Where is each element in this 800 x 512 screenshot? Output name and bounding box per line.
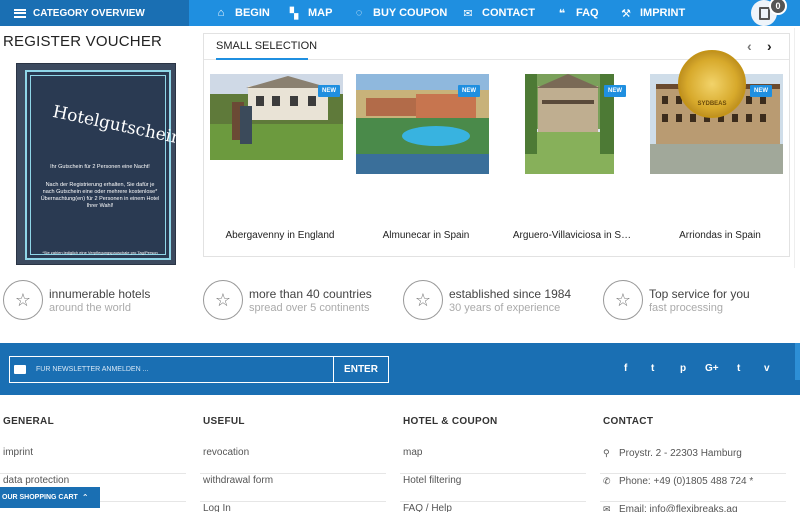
footer-heading: CONTACT	[603, 416, 654, 427]
menu-icon	[14, 8, 26, 18]
feature-subtitle: around the world	[49, 302, 131, 314]
feature-subtitle: 30 years of experience	[449, 302, 561, 314]
nav-begin-label: BEGIN	[235, 7, 270, 19]
title-underline	[216, 58, 308, 60]
contact-address-text: Proystr. 2 - 22303 Hamburg	[619, 448, 742, 459]
chat-icon: ❝	[558, 7, 566, 20]
feature-item: ☆ established since 1984 30 years of exp…	[403, 280, 593, 320]
feature-item: ☆ more than 40 countries spread over 5 c…	[203, 280, 393, 320]
footer-column-contact: CONTACT	[600, 416, 786, 427]
shopping-cart-tab[interactable]: OUR SHOPPING CART ⌃	[0, 487, 100, 508]
star-icon: ☆	[203, 280, 243, 320]
feature-subtitle: fast processing	[649, 302, 723, 314]
contact-email-text: Email: info@flexibreaks.ag	[619, 504, 738, 512]
voucher-footnote: *Sie zahlen lediglich eine Verpflegungsp…	[42, 250, 158, 255]
footer-link-login[interactable]: Log In	[200, 502, 386, 512]
envelope-icon: ✉	[603, 504, 611, 512]
footer-column-general: GENERAL	[0, 416, 186, 427]
voucher-line-1: Ihr Gutschein für 2 Personen eine Nacht!	[50, 164, 150, 170]
category-overview-button[interactable]: CATEGORY OVERVIEW	[0, 0, 189, 26]
footer-link-withdrawal-form[interactable]: withdrawal form	[200, 474, 386, 502]
coupon-icon: ◌	[355, 7, 363, 19]
feature-title: more than 40 countries	[249, 287, 372, 301]
contact-phone: ✆ Phone: +49 (0)1805 488 724 *	[600, 474, 786, 502]
shopping-cart-label: OUR SHOPPING CART	[2, 494, 78, 501]
feature-title: Top service for you	[649, 287, 750, 301]
envelope-icon	[14, 365, 26, 374]
register-voucher-heading: REGISTER VOUCHER	[3, 33, 163, 50]
nav-buy-coupon-label: BUY COUPON	[373, 7, 448, 19]
nav-faq-label: FAQ	[576, 7, 599, 19]
contact-email[interactable]: ✉ Email: info@flexibreaks.ag	[600, 502, 786, 512]
footer-link-revocation[interactable]: revocation	[200, 446, 386, 474]
facebook-icon[interactable]: f	[624, 363, 627, 374]
hotel-name: Arguero-Villaviciosa in S…	[512, 230, 632, 241]
footer-link-map[interactable]: map	[400, 446, 586, 474]
phone-icon: ✆	[603, 476, 611, 486]
hotel-name: Arriondas in Spain	[679, 230, 761, 241]
feature-subtitle: spread over 5 continents	[249, 302, 370, 314]
nav-imprint[interactable]: ⚒ IMPRINT	[620, 0, 685, 26]
nav-buy-coupon[interactable]: ◌ BUY COUPON	[353, 0, 448, 26]
new-badge: NEW	[750, 85, 772, 97]
twitter-icon[interactable]: t	[651, 363, 654, 374]
star-icon: ☆	[3, 280, 43, 320]
home-icon: ⌂	[217, 7, 225, 19]
nav-contact[interactable]: ✉ CONTACT	[462, 0, 535, 26]
vimeo-icon[interactable]: v	[764, 363, 770, 374]
footer-link-imprint[interactable]: imprint	[0, 446, 186, 474]
feature-item: ☆ Top service for you fast processing	[603, 280, 793, 320]
seal-logo: SYDBEAS	[678, 50, 746, 118]
chevron-up-icon: ⌃	[81, 493, 89, 502]
right-edge-panel	[794, 28, 800, 268]
feature-title: established since 1984	[449, 287, 572, 301]
pinterest-icon[interactable]: p	[680, 363, 686, 374]
category-overview-label: CATEGORY OVERVIEW	[33, 7, 145, 19]
nav-contact-label: CONTACT	[482, 7, 535, 19]
footer-heading: USEFUL	[203, 416, 245, 427]
small-selection-title: SMALL SELECTION	[216, 40, 318, 52]
footer-link-hotel-filtering[interactable]: Hotel filtering	[400, 474, 586, 502]
contact-address: ⚲ Proystr. 2 - 22303 Hamburg	[600, 446, 786, 474]
voucher-line-2: Nach der Registrierung erhalten, Sie daf…	[40, 182, 160, 209]
tumblr-icon[interactable]: t	[737, 363, 740, 374]
band-accent	[795, 343, 800, 380]
footer-column-useful: USEFUL	[200, 416, 386, 427]
footer-link-faq-help[interactable]: FAQ / Help	[400, 502, 586, 512]
nav-faq[interactable]: ❝ FAQ	[556, 0, 599, 26]
hotel-name: Almunecar in Spain	[382, 230, 470, 241]
footer-column-hotel-coupon: HOTEL & COUPON	[400, 416, 586, 427]
new-badge: NEW	[458, 85, 480, 97]
chevron-right-icon[interactable]: ›	[767, 38, 772, 54]
newsletter-form: ENTER	[9, 356, 389, 383]
star-icon: ☆	[603, 280, 643, 320]
voucher-image[interactable]: Hotelgutschein Ihr Gutschein für 2 Perso…	[16, 63, 184, 265]
new-badge: NEW	[318, 85, 340, 97]
footer-heading: HOTEL & COUPON	[403, 416, 498, 427]
feature-title: innumerable hotels	[49, 287, 151, 301]
top-navigation-bar: CATEGORY OVERVIEW ⌂ BEGIN ▚ MAP ◌ BUY COUPO…	[0, 0, 800, 26]
star-icon: ☆	[403, 280, 443, 320]
voucher-card: Hotelgutschein Ihr Gutschein für 2 Perso…	[25, 70, 184, 260]
newsletter-email-input[interactable]	[36, 366, 336, 373]
gavel-icon: ⚒	[621, 7, 631, 20]
location-pin-icon: ⚲	[603, 448, 610, 458]
google-plus-icon[interactable]: G+	[705, 363, 719, 374]
new-badge: NEW	[604, 85, 626, 97]
hotel-name: Abergavenny in England	[225, 230, 335, 241]
footer-heading: GENERAL	[3, 416, 54, 427]
nav-imprint-label: IMPRINT	[640, 7, 686, 19]
nav-begin[interactable]: ⌂ BEGIN	[215, 0, 270, 26]
newsletter-enter-button[interactable]: ENTER	[333, 357, 388, 382]
envelope-icon: ✉	[463, 7, 473, 20]
contact-phone-text: Phone: +49 (0)1805 488 724 *	[619, 476, 754, 487]
nav-map-label: MAP	[308, 7, 333, 19]
map-icon: ▚	[289, 7, 299, 20]
nav-map[interactable]: ▚ MAP	[288, 0, 333, 26]
chevron-left-icon[interactable]: ‹	[747, 38, 752, 54]
feature-item: ☆ innumerable hotels around the world	[3, 280, 193, 320]
